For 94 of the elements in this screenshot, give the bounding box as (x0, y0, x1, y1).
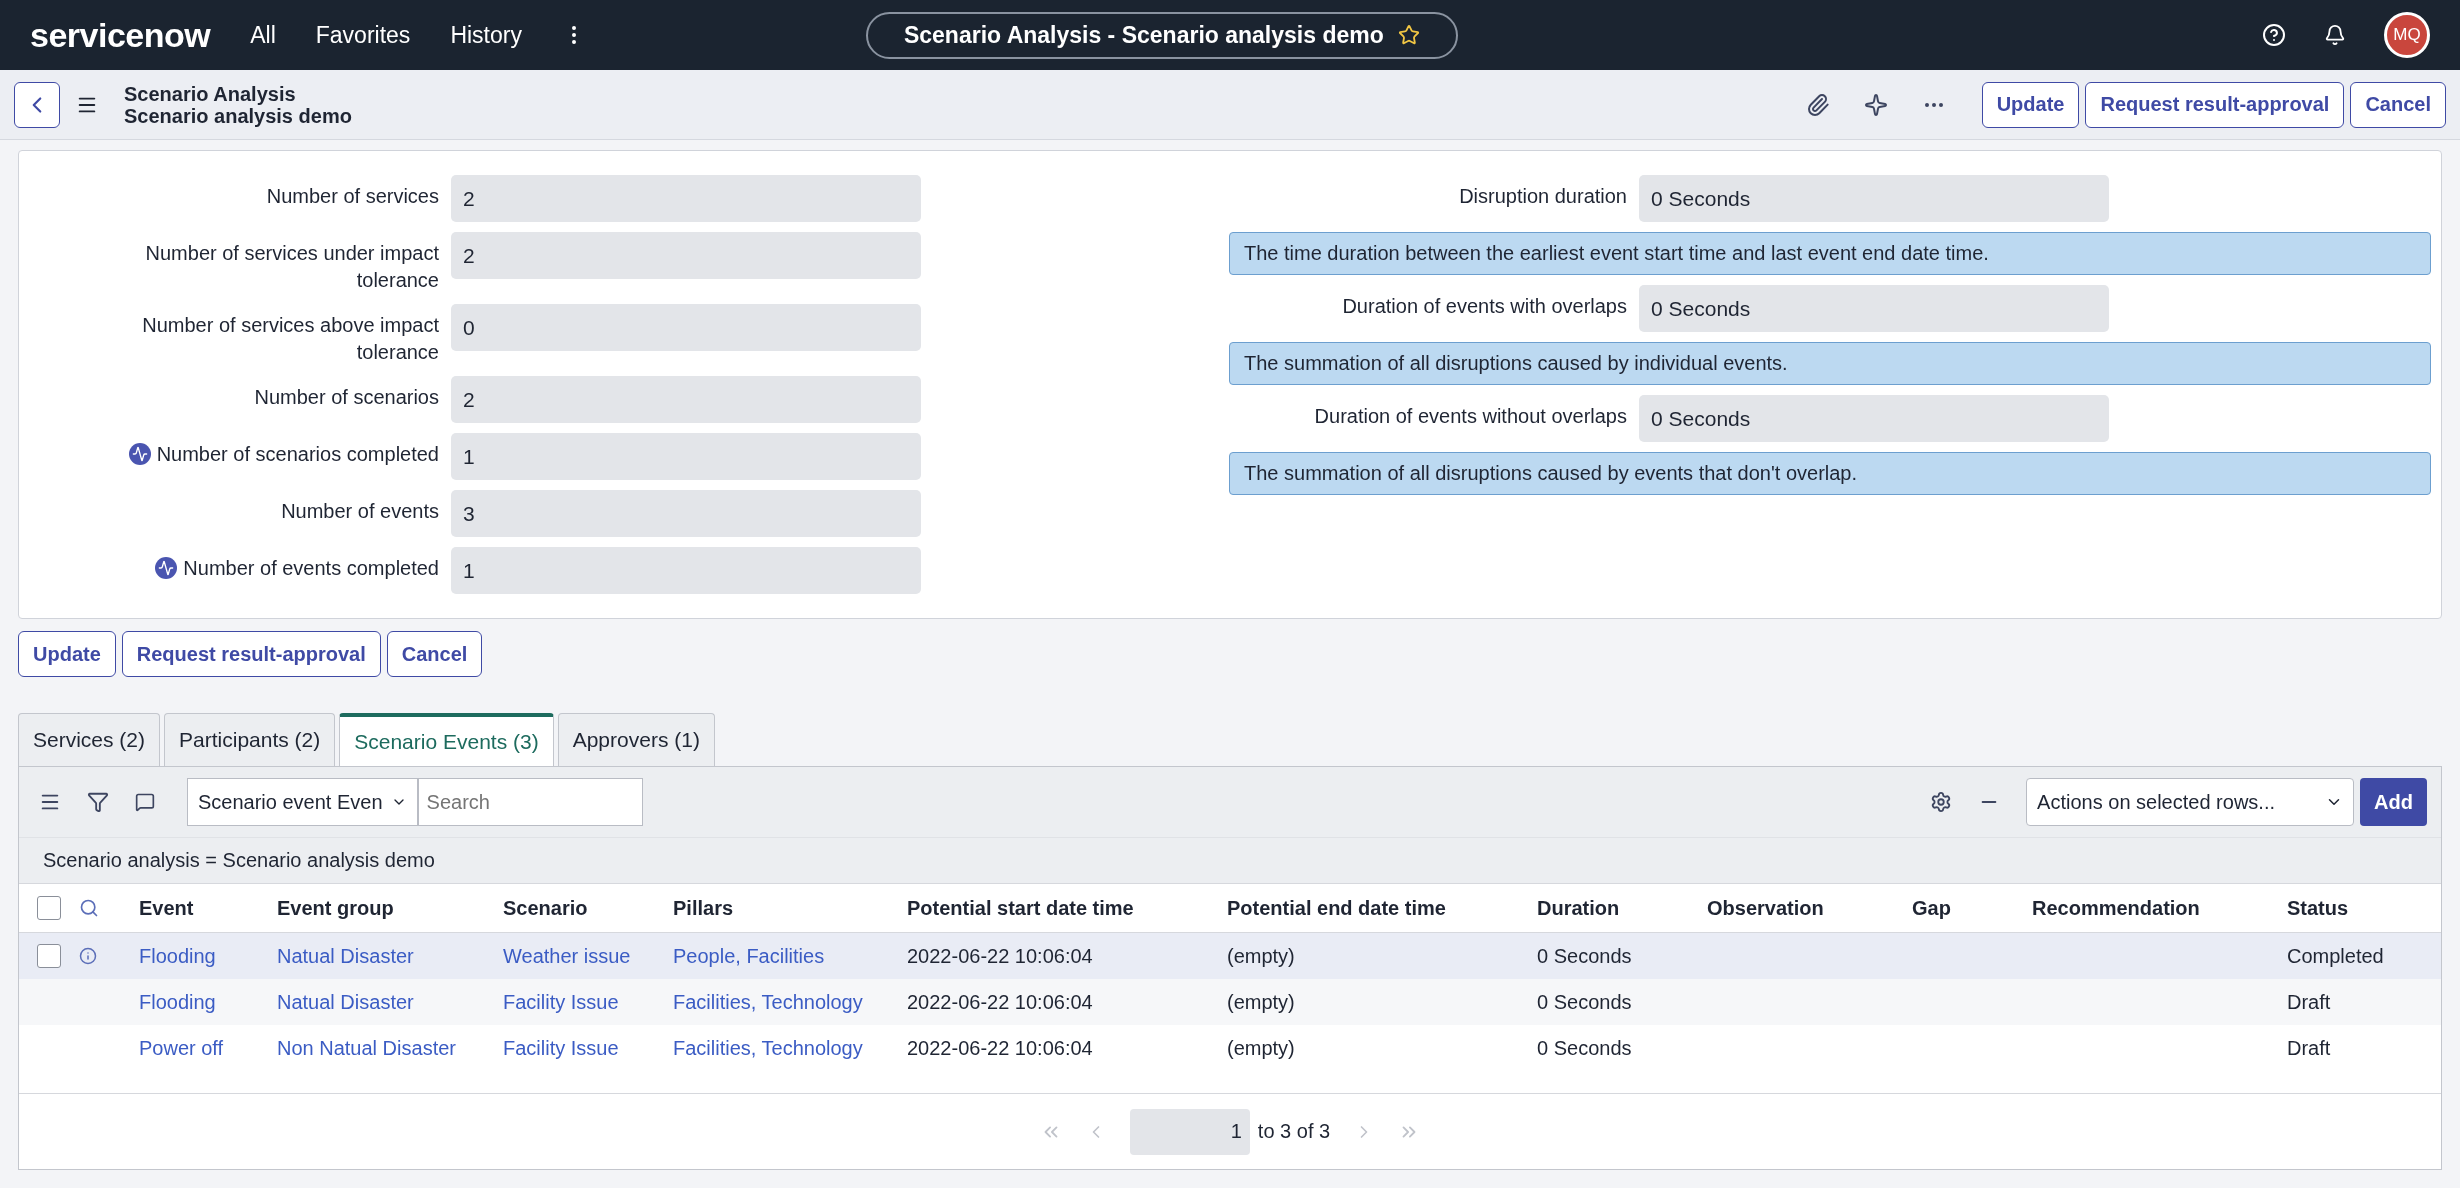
read-only-field: 1 (451, 547, 921, 594)
field-label: Duration of events without overlaps (1313, 404, 1628, 429)
checkbox[interactable] (37, 944, 61, 968)
paperclip-icon[interactable] (1805, 92, 1830, 117)
info-message: The summation of all disruptions caused by individual events. (1229, 342, 2431, 385)
read-only-field: 1 (451, 433, 921, 480)
table-cell-text: Draft (2287, 1036, 2332, 1060)
form-title: Scenario Analysis (124, 82, 297, 105)
field-label: Number of services under impact tolerance (144, 241, 440, 293)
settings-icon[interactable] (1930, 791, 1953, 813)
breadcrumb: Scenario analysis = Scenario analysis demo (19, 837, 2441, 883)
table-link[interactable]: Power off (139, 1036, 277, 1060)
nav-link[interactable]: Favorites (315, 21, 411, 49)
nav-link[interactable]: All (250, 21, 276, 49)
read-only-field: 2 (451, 175, 921, 222)
table-link[interactable]: Facilities, Technology (673, 990, 907, 1014)
read-only-field: 3 (451, 490, 921, 537)
related-list-tab[interactable]: Services (2) (18, 713, 161, 766)
bell-icon[interactable] (2324, 24, 2346, 46)
table-link[interactable]: Natual Disaster (277, 990, 503, 1014)
info-message: The summation of all disruptions caused by events that don't overlap. (1229, 452, 2431, 495)
column-header[interactable]: Potential start date time (907, 896, 1227, 920)
form-subtitle: Scenario analysis demo (124, 104, 352, 127)
field-label: Number of services (265, 184, 440, 209)
form-button[interactable]: Cancel (386, 631, 483, 677)
table-cell-text: 0 Seconds (1537, 944, 1633, 968)
info-message: The time duration between the earliest event start time and last event end date time. (1229, 232, 2431, 275)
filter-icon[interactable] (87, 791, 109, 813)
actions-select[interactable]: Actions on selected rows... (2026, 778, 2355, 826)
page-field[interactable]: 1 (1129, 1108, 1250, 1155)
column-header[interactable]: Event group (277, 896, 503, 920)
checkbox[interactable] (37, 896, 61, 920)
read-only-field: 2 (451, 376, 921, 423)
field-label: Number of scenarios (253, 385, 440, 410)
star-icon[interactable] (1397, 24, 1420, 46)
search-field[interactable]: Search (417, 778, 643, 826)
table-cell-text: 2022-06-22 10:06:04 (907, 944, 1094, 968)
table-link[interactable]: Facilities, Technology (673, 1036, 907, 1060)
field-label: Duration of events with overlaps (1341, 294, 1628, 319)
search-column-select[interactable]: Scenario event Even (187, 778, 418, 826)
table-cell-text: (empty) (1227, 1036, 1296, 1060)
field-label: Number of services above impact tolerance (141, 313, 440, 365)
table-cell-text: 2022-06-22 10:06:04 (907, 990, 1094, 1014)
table-link[interactable]: Weather issue (503, 944, 673, 968)
read-only-field: 0 Seconds (1639, 395, 2109, 442)
read-only-field: 0 (451, 304, 921, 351)
logo: servicenow (30, 15, 211, 55)
nav-link[interactable]: History (450, 21, 522, 49)
read-only-field: 2 (451, 232, 921, 279)
field-label: Number of events completed (19, 547, 451, 582)
related-list-tab[interactable]: Approvers (1) (557, 713, 715, 766)
table-link[interactable]: Natual Disaster (277, 944, 503, 968)
read-only-field: 0 Seconds (1639, 175, 2109, 222)
column-header[interactable]: Event (139, 896, 277, 920)
column-header[interactable]: Gap (1912, 896, 2032, 920)
help-icon[interactable] (2262, 23, 2286, 47)
record-title: Scenario Analysis - Scenario analysis demo (903, 21, 1384, 49)
page-range: to 3 of 3 (1257, 1120, 1331, 1143)
form-button[interactable]: Update (18, 631, 116, 677)
table-link[interactable]: Flooding (139, 990, 277, 1014)
related-list-tab[interactable]: Scenario Events (3) (339, 713, 554, 766)
table-cell-text: (empty) (1227, 944, 1296, 968)
back-button[interactable] (14, 81, 60, 128)
table-link[interactable]: Facility Issue (503, 1036, 673, 1060)
header-button[interactable]: Request result-approval (2085, 81, 2345, 128)
related-list-tab[interactable]: Participants (2) (164, 713, 336, 766)
header-button[interactable]: Update (1981, 81, 2080, 128)
table-cell-text: 2022-06-22 10:06:04 (907, 1036, 1094, 1060)
table-link[interactable]: Flooding (139, 944, 277, 968)
field-label: Number of events (280, 499, 440, 524)
sparkle-icon[interactable] (1863, 92, 1888, 117)
table-link[interactable]: Non Natual Disaster (277, 1036, 503, 1060)
table-cell-text: Draft (2287, 990, 2332, 1014)
header-button[interactable]: Cancel (2350, 81, 2446, 128)
read-only-field: 0 Seconds (1639, 285, 2109, 332)
add-button[interactable]: Add (2360, 778, 2427, 826)
table-cell-text: Completed (2287, 944, 2385, 968)
table-cell-text: 0 Seconds (1537, 1036, 1633, 1060)
column-header[interactable]: Recommendation (2032, 896, 2287, 920)
column-header[interactable]: Scenario (503, 896, 673, 920)
field-label: Disruption duration (1458, 184, 1628, 209)
form-button[interactable]: Request result-approval (121, 631, 381, 677)
table-cell-text: (empty) (1227, 990, 1296, 1014)
table-link[interactable]: Facility Issue (503, 990, 673, 1014)
column-header[interactable]: Duration (1537, 896, 1707, 920)
column-header[interactable]: Potential end date time (1227, 896, 1537, 920)
table-cell-text: 0 Seconds (1537, 990, 1633, 1014)
avatar[interactable]: MQ (2384, 12, 2430, 58)
comment-icon[interactable] (135, 792, 155, 812)
table-link[interactable]: People, Facilities (673, 944, 907, 968)
column-header[interactable]: Pillars (673, 896, 907, 920)
field-label: Number of scenarios completed (19, 433, 451, 468)
column-header[interactable]: Observation (1707, 896, 1912, 920)
column-header[interactable]: Status (2287, 896, 2441, 920)
